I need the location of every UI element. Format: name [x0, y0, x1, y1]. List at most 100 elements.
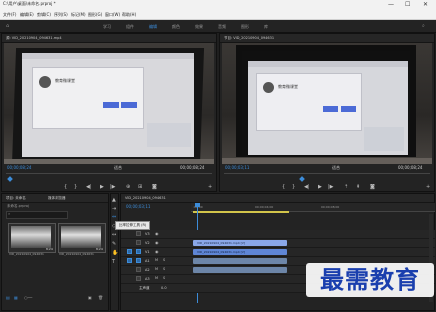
workspace-tab-audio[interactable]: 音频	[218, 24, 226, 30]
step-back-icon[interactable]: ◀|	[86, 185, 92, 190]
zoom-slider[interactable]: ○──	[24, 295, 32, 300]
sync-lock-toggle[interactable]	[136, 276, 141, 281]
workspace-tab-graphics[interactable]: 图形	[241, 24, 249, 30]
menu-file[interactable]: 文件(F)	[3, 12, 16, 18]
program-fit-select[interactable]: 适合	[332, 165, 340, 171]
add-button-icon[interactable]: +	[426, 185, 430, 190]
menu-help[interactable]: 帮助(H)	[122, 12, 136, 18]
clip-a1[interactable]	[193, 258, 287, 264]
workspace-tab-assembly[interactable]: 组件	[126, 24, 134, 30]
master-volume[interactable]: 0.0	[161, 286, 167, 290]
mute-icon[interactable]: M	[155, 258, 158, 262]
track-header-a2[interactable]: A2 M S	[121, 266, 191, 275]
timeline-timecode[interactable]: 00;00;03;11	[126, 204, 150, 209]
media-browser-tab[interactable]: 媒体浏览器	[48, 196, 66, 201]
step-back-icon[interactable]: ◀|	[304, 185, 310, 190]
sync-lock-toggle[interactable]	[136, 249, 141, 254]
maximize-button[interactable]: ☐	[405, 2, 410, 8]
workspace-tab-libraries[interactable]: 库	[264, 24, 268, 30]
track-lane-v2[interactable]: VID_20210904_094631.mp4 [V]	[191, 239, 435, 248]
solo-icon[interactable]: S	[163, 258, 165, 262]
source-timecode[interactable]: 00;00;08;24	[7, 165, 31, 170]
delete-icon[interactable]: 🗑	[98, 295, 103, 300]
workspace-tab-effects[interactable]: 效果	[195, 24, 203, 30]
source-scrubber[interactable]	[6, 173, 212, 174]
menu-graphics[interactable]: 图形(G)	[88, 12, 102, 18]
source-playhead[interactable]	[7, 176, 13, 182]
search-input[interactable]	[6, 211, 68, 219]
sync-lock-toggle[interactable]	[136, 231, 141, 236]
track-header-a1[interactable]: A1 M S	[121, 257, 191, 266]
program-duration: 00;00;08;24	[398, 165, 423, 170]
solo-icon[interactable]: S	[163, 267, 165, 271]
pen-tool-icon[interactable]: ✎	[112, 241, 116, 247]
clip-v1[interactable]: VID_20210904_094631.mp4 [V]	[193, 249, 287, 255]
solo-icon[interactable]: S	[163, 276, 165, 280]
track-lane-v3[interactable]	[191, 230, 435, 239]
program-scrubber[interactable]	[224, 173, 430, 174]
menu-window[interactable]: 窗口(W)	[105, 12, 120, 18]
sync-lock-toggle[interactable]	[136, 258, 141, 263]
eye-icon[interactable]: ◉	[155, 249, 159, 254]
minimize-button[interactable]: —	[388, 2, 394, 8]
insert-icon[interactable]: ⊕	[126, 185, 130, 190]
clip-v2[interactable]: VID_20210904_094631.mp4 [V]	[193, 240, 287, 246]
track-select-icon[interactable]: ⇥	[112, 206, 116, 212]
add-button-icon[interactable]: +	[208, 185, 212, 190]
sync-lock-toggle[interactable]	[136, 267, 141, 272]
sync-lock-toggle[interactable]	[136, 240, 141, 245]
extract-icon[interactable]: ⇞	[356, 185, 360, 190]
track-header-a3[interactable]: A3 M S	[121, 275, 191, 284]
step-forward-icon[interactable]: |▶	[110, 185, 116, 190]
play-icon[interactable]: ▶	[100, 185, 104, 190]
work-area-bar[interactable]	[193, 211, 289, 213]
program-monitor-title[interactable]: 节目: VID_20210904_094631	[224, 36, 274, 41]
eye-icon[interactable]: ◉	[155, 231, 159, 236]
menu-sequence[interactable]: 序列(S)	[54, 12, 68, 18]
source-fit-select[interactable]: 适合	[114, 165, 122, 171]
source-monitor-title[interactable]: 源: VID_20210904_094631.mp4	[6, 36, 62, 41]
new-item-icon[interactable]: ▣	[88, 295, 92, 300]
menu-marker[interactable]: 标记(M)	[71, 12, 86, 18]
workspace-tab-learn[interactable]: 学习	[103, 24, 111, 30]
workspace-tab-editing[interactable]: 编辑	[149, 24, 157, 30]
track-header-v1[interactable]: V1 ◉	[121, 248, 191, 257]
mark-out-icon[interactable]: }	[74, 185, 77, 190]
program-timecode[interactable]: 00;00;03;11	[225, 165, 249, 170]
eye-icon[interactable]: ◉	[155, 240, 159, 245]
workspace-tab-color[interactable]: 颜色	[172, 24, 180, 30]
mark-out-icon[interactable]: }	[292, 185, 295, 190]
search-icon[interactable]: ⌕	[422, 23, 425, 29]
overwrite-icon[interactable]: ⊞	[138, 185, 142, 190]
type-tool-icon[interactable]: T	[112, 259, 115, 265]
rate-stretch-tool-icon[interactable]: ⇔	[112, 214, 116, 220]
home-icon[interactable]: ⌂	[6, 23, 9, 29]
lift-icon[interactable]: ⇡	[344, 185, 348, 190]
source-patch-a1[interactable]	[127, 258, 132, 263]
menu-clip[interactable]: 剪辑(C)	[37, 12, 51, 18]
project-panel-title[interactable]: 项目: 未命名	[6, 196, 26, 201]
mute-icon[interactable]: M	[155, 267, 158, 271]
export-frame-icon[interactable]: ◙	[370, 185, 375, 190]
track-lane-v1[interactable]: VID_20210904_094631.mp4 [V]	[191, 248, 435, 257]
export-frame-icon[interactable]: ◙	[152, 185, 157, 190]
source-patch-v1[interactable]	[127, 249, 132, 254]
track-header-v2[interactable]: V2 ◉	[121, 239, 191, 248]
program-playhead[interactable]	[299, 176, 305, 182]
hand-tool-icon[interactable]: ✋	[112, 250, 118, 256]
icon-view-icon[interactable]: ▦	[14, 295, 18, 300]
selection-tool-icon[interactable]: ▲	[112, 197, 116, 203]
menu-edit[interactable]: 编辑(E)	[20, 12, 34, 18]
slip-tool-icon[interactable]: ↔	[112, 232, 116, 238]
close-button[interactable]: ✕	[423, 2, 428, 8]
track-header-v3[interactable]: V3 ◉	[121, 230, 191, 239]
mute-icon[interactable]: M	[155, 276, 158, 280]
play-icon[interactable]: ▶	[318, 185, 322, 190]
step-forward-icon[interactable]: |▶	[328, 185, 334, 190]
playhead-handle[interactable]	[195, 203, 200, 207]
mark-in-icon[interactable]: {	[64, 185, 67, 190]
timeline-sequence-tab[interactable]: VID_20210904_094631	[125, 196, 166, 200]
clip-a2[interactable]	[193, 267, 287, 273]
mark-in-icon[interactable]: {	[282, 185, 285, 190]
list-view-icon[interactable]: ▤	[6, 295, 10, 300]
